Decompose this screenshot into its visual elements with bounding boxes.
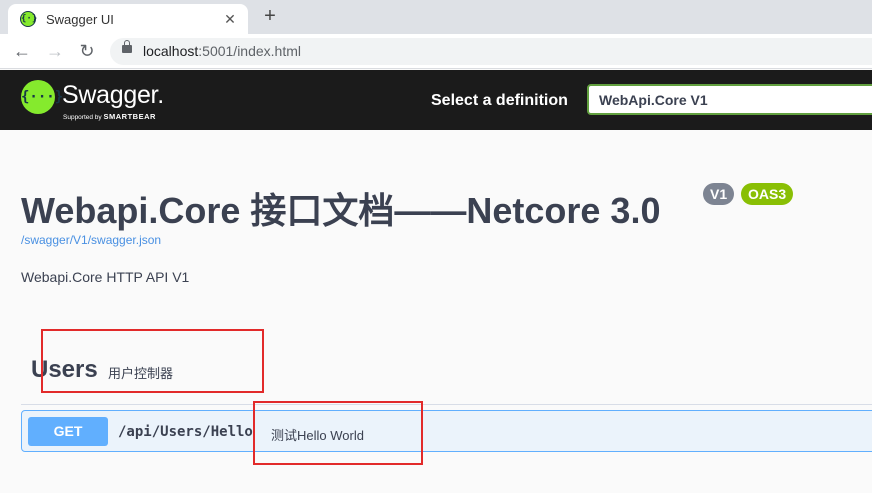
- browser-tab[interactable]: {·} Swagger UI ✕: [8, 4, 248, 34]
- definition-select[interactable]: WebApi.Core V1: [587, 84, 872, 115]
- browser-tab-strip: {·} Swagger UI ✕ +: [0, 0, 872, 34]
- lock-icon: [122, 40, 132, 53]
- operation-get-hello[interactable]: GET /api/Users/Hello 测试Hello World: [21, 410, 872, 452]
- swagger-logo-text[interactable]: Swagger.: [62, 81, 164, 110]
- swagger-favicon-icon: {·}: [20, 11, 37, 27]
- swagger-logo-icon[interactable]: {···}: [21, 80, 63, 114]
- new-tab-icon[interactable]: +: [258, 5, 282, 29]
- tag-divider: [21, 404, 872, 405]
- url-text: localhost:5001/index.html: [143, 43, 301, 59]
- logo-subtitle: Supported by SMARTBEAR: [63, 112, 156, 121]
- reload-icon[interactable]: ↻: [75, 39, 99, 63]
- annotation-box-summary: [253, 401, 423, 465]
- definition-label: Select a definition: [431, 92, 568, 109]
- browser-toolbar: ← → ↻ localhost:5001/index.html: [0, 34, 872, 69]
- oas-badge: OAS3: [741, 183, 794, 205]
- method-badge-get: GET: [28, 417, 108, 446]
- swagger-topbar: {···} Swagger. Supported by SMARTBEAR Se…: [0, 70, 872, 130]
- swagger-json-link[interactable]: /swagger/V1/swagger.json: [21, 233, 161, 247]
- operation-path: /api/Users/Hello: [118, 424, 253, 440]
- logo-sub-text: Supported by: [63, 114, 102, 121]
- version-badge: V1: [703, 183, 735, 205]
- forward-arrow-icon[interactable]: →: [43, 39, 67, 63]
- back-arrow-icon[interactable]: ←: [10, 39, 34, 63]
- url-host: localhost: [143, 43, 199, 59]
- page-title: Webapi.Core 接口文档——Netcore 3.0: [21, 190, 661, 231]
- annotation-box-tag: [41, 329, 264, 393]
- close-tab-icon[interactable]: ✕: [220, 9, 240, 29]
- tab-title: Swagger UI: [46, 12, 114, 27]
- smartbear-text: SMARTBEAR: [103, 112, 156, 121]
- address-bar[interactable]: localhost:5001/index.html: [110, 38, 872, 65]
- definition-value: WebApi.Core V1: [599, 92, 708, 108]
- api-description: Webapi.Core HTTP API V1: [21, 269, 190, 285]
- url-path: :5001/index.html: [198, 43, 301, 59]
